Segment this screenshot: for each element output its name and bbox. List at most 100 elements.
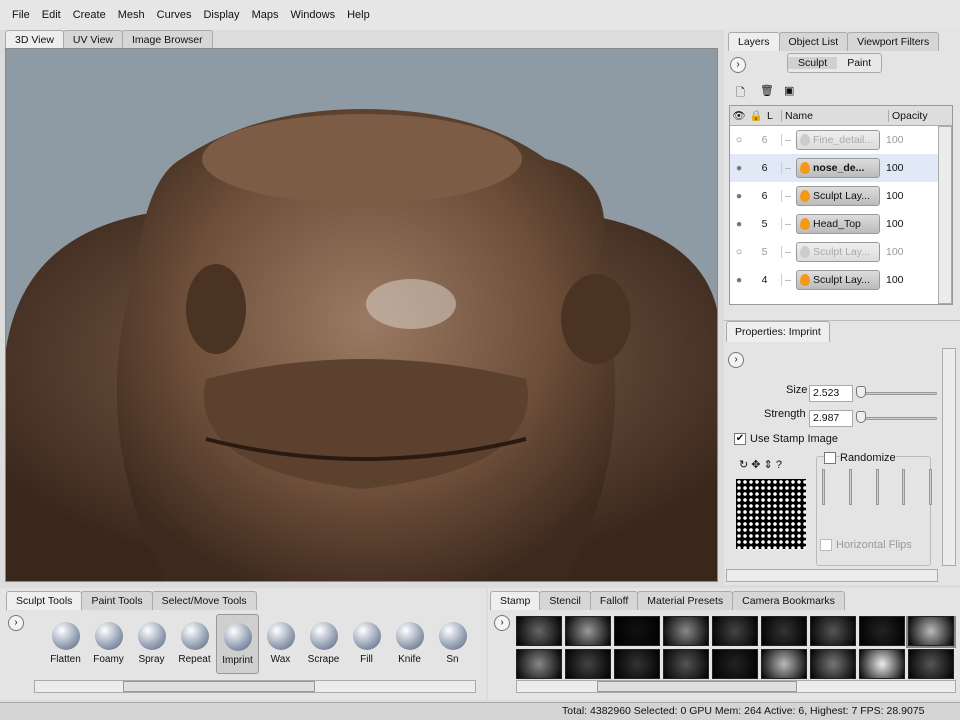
layer-opacity[interactable]: 100 (880, 274, 904, 286)
tab-stencil[interactable]: Stencil (539, 591, 591, 610)
stamp-thumbnail[interactable] (761, 649, 807, 679)
layers-scrollbar[interactable] (938, 126, 952, 304)
column-opacity[interactable]: Opacity (888, 109, 938, 122)
tool-knife[interactable]: Knife (388, 614, 431, 674)
menu-edit[interactable]: Edit (36, 9, 67, 21)
delete-layer-icon[interactable]: 🗑 (760, 84, 774, 97)
stamp-thumbnail[interactable] (859, 649, 905, 679)
stamp-thumbnail[interactable] (663, 649, 709, 679)
visibility-toggle[interactable]: ● (730, 274, 748, 286)
visibility-toggle[interactable]: ○ (730, 134, 748, 146)
visibility-toggle[interactable]: ○ (730, 246, 748, 258)
tab-camera-bookmarks[interactable]: Camera Bookmarks (732, 591, 845, 610)
tool-repeat[interactable]: Repeat (173, 614, 216, 674)
layer-name-button[interactable]: Sculpt Lay... (796, 242, 880, 262)
tab-viewport-filters[interactable]: Viewport Filters (847, 32, 940, 51)
layer-name-button[interactable]: Sculpt Lay... (796, 270, 880, 290)
strength-field[interactable]: 2.987 (809, 410, 853, 427)
stamp-thumbnail[interactable] (712, 616, 758, 646)
tab-3d-view[interactable]: 3D View (5, 30, 64, 49)
sculpt-mode-button[interactable]: Sculpt (788, 57, 838, 69)
column-level[interactable]: L (764, 110, 781, 122)
layer-name-button[interactable]: Sculpt Lay... (796, 186, 880, 206)
layer-row[interactable]: ● 4 – Sculpt Lay... 100 (730, 266, 952, 294)
random-sliders[interactable] (822, 469, 932, 509)
tab-uv-view[interactable]: UV View (62, 30, 123, 49)
column-name[interactable]: Name (781, 109, 888, 122)
tab-paint-tools[interactable]: Paint Tools (81, 591, 153, 610)
stamp-thumbnail[interactable] (516, 649, 562, 679)
stamp-thumbnail[interactable] (614, 616, 660, 646)
tool-imprint[interactable]: Imprint (216, 614, 259, 674)
stamp-thumbnail[interactable] (906, 616, 956, 648)
menu-mesh[interactable]: Mesh (112, 9, 151, 21)
stamp-scrollbar[interactable] (516, 680, 956, 693)
tool-spray[interactable]: Spray (130, 614, 173, 674)
randomize-checkbox[interactable] (824, 452, 836, 464)
stamp-thumbnail[interactable] (516, 616, 562, 646)
menu-maps[interactable]: Maps (246, 9, 285, 21)
layer-name-button[interactable]: Fine_detail... (796, 130, 880, 150)
stamp-expand-icon[interactable]: › (494, 615, 510, 631)
size-field[interactable]: 2.523 (809, 385, 853, 402)
menu-file[interactable]: File (6, 9, 36, 21)
new-layer-icon[interactable]: 🗋 (736, 84, 745, 103)
stamp-transform-icons[interactable]: ↻ ✥ ⇕ ? (739, 458, 782, 471)
tool-sn[interactable]: Sn (431, 614, 474, 674)
tab-stamp[interactable]: Stamp (490, 591, 541, 610)
menu-curves[interactable]: Curves (151, 9, 198, 21)
tools-scrollbar[interactable] (34, 680, 476, 693)
horizontal-flips-checkbox[interactable] (820, 539, 832, 551)
paint-mode-button[interactable]: Paint (837, 57, 881, 69)
stamp-thumbnail[interactable] (761, 616, 807, 646)
expand-icon[interactable]: › (730, 57, 746, 73)
stamp-thumbnail[interactable] (663, 616, 709, 646)
layer-row[interactable]: ● 6 – nose_de... 100 (730, 154, 952, 182)
tab-image-browser[interactable]: Image Browser (122, 30, 213, 49)
properties-expand-icon[interactable]: › (728, 352, 744, 368)
layer-opacity[interactable]: 100 (880, 190, 904, 202)
tool-fill[interactable]: Fill (345, 614, 388, 674)
stamp-thumbnail[interactable] (614, 649, 660, 679)
tool-scrape[interactable]: Scrape (302, 614, 345, 674)
stamp-thumbnail[interactable] (859, 616, 905, 646)
lock-icon[interactable]: 🔒 (748, 109, 764, 122)
layer-row[interactable]: ○ 6 – Fine_detail... 100 (730, 126, 952, 154)
tool-wax[interactable]: Wax (259, 614, 302, 674)
use-stamp-checkbox[interactable]: ✔ (734, 433, 746, 445)
tab-material-presets[interactable]: Material Presets (637, 591, 734, 610)
stamp-thumbnail[interactable] (565, 649, 611, 679)
tab-sculpt-tools[interactable]: Sculpt Tools (6, 591, 83, 610)
layer-row[interactable]: ● 5 – Head_Top 100 (730, 210, 952, 238)
layer-row[interactable]: ● 6 – Sculpt Lay... 100 (730, 182, 952, 210)
layer-name-button[interactable]: Head_Top (796, 214, 880, 234)
stamp-thumbnail[interactable] (810, 616, 856, 646)
tool-flatten[interactable]: Flatten (44, 614, 87, 674)
tool-foamy[interactable]: Foamy (87, 614, 130, 674)
stamp-thumbnail[interactable] (908, 649, 954, 679)
layer-row[interactable]: ○ 5 – Sculpt Lay... 100 (730, 238, 952, 266)
menu-help[interactable]: Help (341, 9, 376, 21)
tab-select-move-tools[interactable]: Select/Move Tools (151, 591, 257, 610)
visibility-toggle[interactable]: ● (730, 190, 748, 202)
visibility-toggle[interactable]: ● (730, 162, 748, 174)
tab-falloff[interactable]: Falloff (589, 591, 639, 610)
size-slider[interactable] (857, 392, 937, 395)
layer-opacity[interactable]: 100 (880, 134, 904, 146)
tab-object-list[interactable]: Object List (778, 32, 849, 51)
properties-hscrollbar[interactable] (726, 569, 938, 582)
tools-expand-icon[interactable]: › (8, 615, 24, 631)
layer-opacity[interactable]: 100 (880, 246, 904, 258)
layer-name-button[interactable]: nose_de... (796, 158, 880, 178)
stamp-thumbnail[interactable] (810, 649, 856, 679)
strength-slider-handle[interactable] (856, 411, 866, 423)
visibility-icon[interactable]: 👁 (730, 109, 748, 122)
stamp-thumbnail[interactable] (565, 616, 611, 646)
menu-display[interactable]: Display (197, 9, 245, 21)
stamp-thumbnail[interactable] (712, 649, 758, 679)
menu-windows[interactable]: Windows (284, 9, 341, 21)
size-slider-handle[interactable] (856, 386, 866, 398)
tab-layers[interactable]: Layers (728, 32, 780, 51)
menu-create[interactable]: Create (67, 9, 112, 21)
properties-vscrollbar[interactable] (942, 348, 956, 566)
